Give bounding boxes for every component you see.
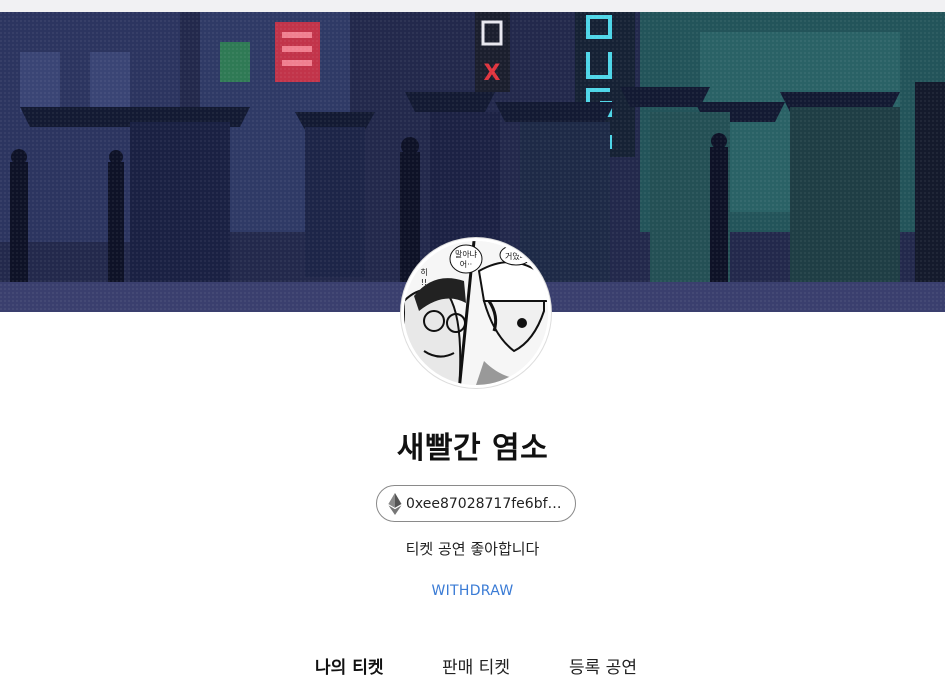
profile-name: 새빨간 염소 xyxy=(396,431,549,466)
wallet-address-button[interactable]: 0xee87028717fe6bf… xyxy=(376,485,576,522)
svg-text:!!: !! xyxy=(421,278,427,287)
tab-registered-shows[interactable]: 등록 공연 xyxy=(569,653,637,678)
profile-avatar: 말아냐 어·· 거였나 히 !! xyxy=(401,238,551,388)
svg-text:어··: 어·· xyxy=(460,259,472,269)
wallet-address-text: 0xee87028717fe6bf… xyxy=(406,495,562,512)
svg-text:말아냐: 말아냐 xyxy=(455,249,478,259)
profile-bio: 티켓 공연 좋아합니다 xyxy=(405,540,540,558)
top-strip xyxy=(0,0,945,12)
ethereum-icon xyxy=(388,492,402,515)
svg-text:히: 히 xyxy=(420,267,427,277)
withdraw-link[interactable]: WITHDRAW xyxy=(0,583,945,599)
profile-tabs: 나의 티켓 판매 티켓 등록 공연 xyxy=(0,653,945,683)
tab-sale-tickets[interactable]: 판매 티켓 xyxy=(442,653,510,678)
tab-my-tickets[interactable]: 나의 티켓 xyxy=(315,653,383,678)
